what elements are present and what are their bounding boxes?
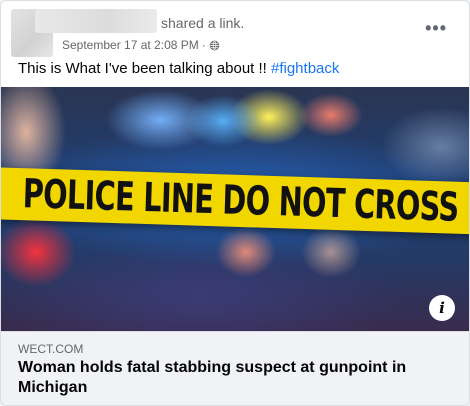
link-preview-footer[interactable]: WECT.COM Woman holds fatal stabbing susp…: [1, 331, 469, 405]
post-text: This is What I've been talking about !! …: [18, 60, 339, 77]
globe-icon[interactable]: [209, 40, 220, 51]
link-domain: WECT.COM: [18, 342, 84, 356]
share-action-text: shared a link.: [161, 15, 245, 31]
more-options-button[interactable]: •••: [425, 19, 447, 37]
link-preview-image[interactable]: POLICE LINE DO NOT CROSS i: [1, 87, 469, 331]
post-meta: September 17 at 2:08 PM ·: [62, 38, 220, 52]
police-tape-text: POLICE LINE DO NOT CROSS: [22, 171, 460, 231]
link-headline[interactable]: Woman holds fatal stabbing suspect at gu…: [18, 358, 438, 398]
meta-separator: ·: [201, 38, 206, 52]
post-card: shared a link. September 17 at 2:08 PM ·…: [0, 0, 470, 406]
hashtag-link[interactable]: #fightback: [271, 60, 339, 77]
info-icon[interactable]: i: [429, 295, 455, 321]
post-body-text: This is What I've been talking about !!: [18, 60, 271, 77]
post-timestamp[interactable]: September 17 at 2:08 PM: [62, 38, 199, 52]
author-name-blurred[interactable]: [35, 9, 157, 33]
